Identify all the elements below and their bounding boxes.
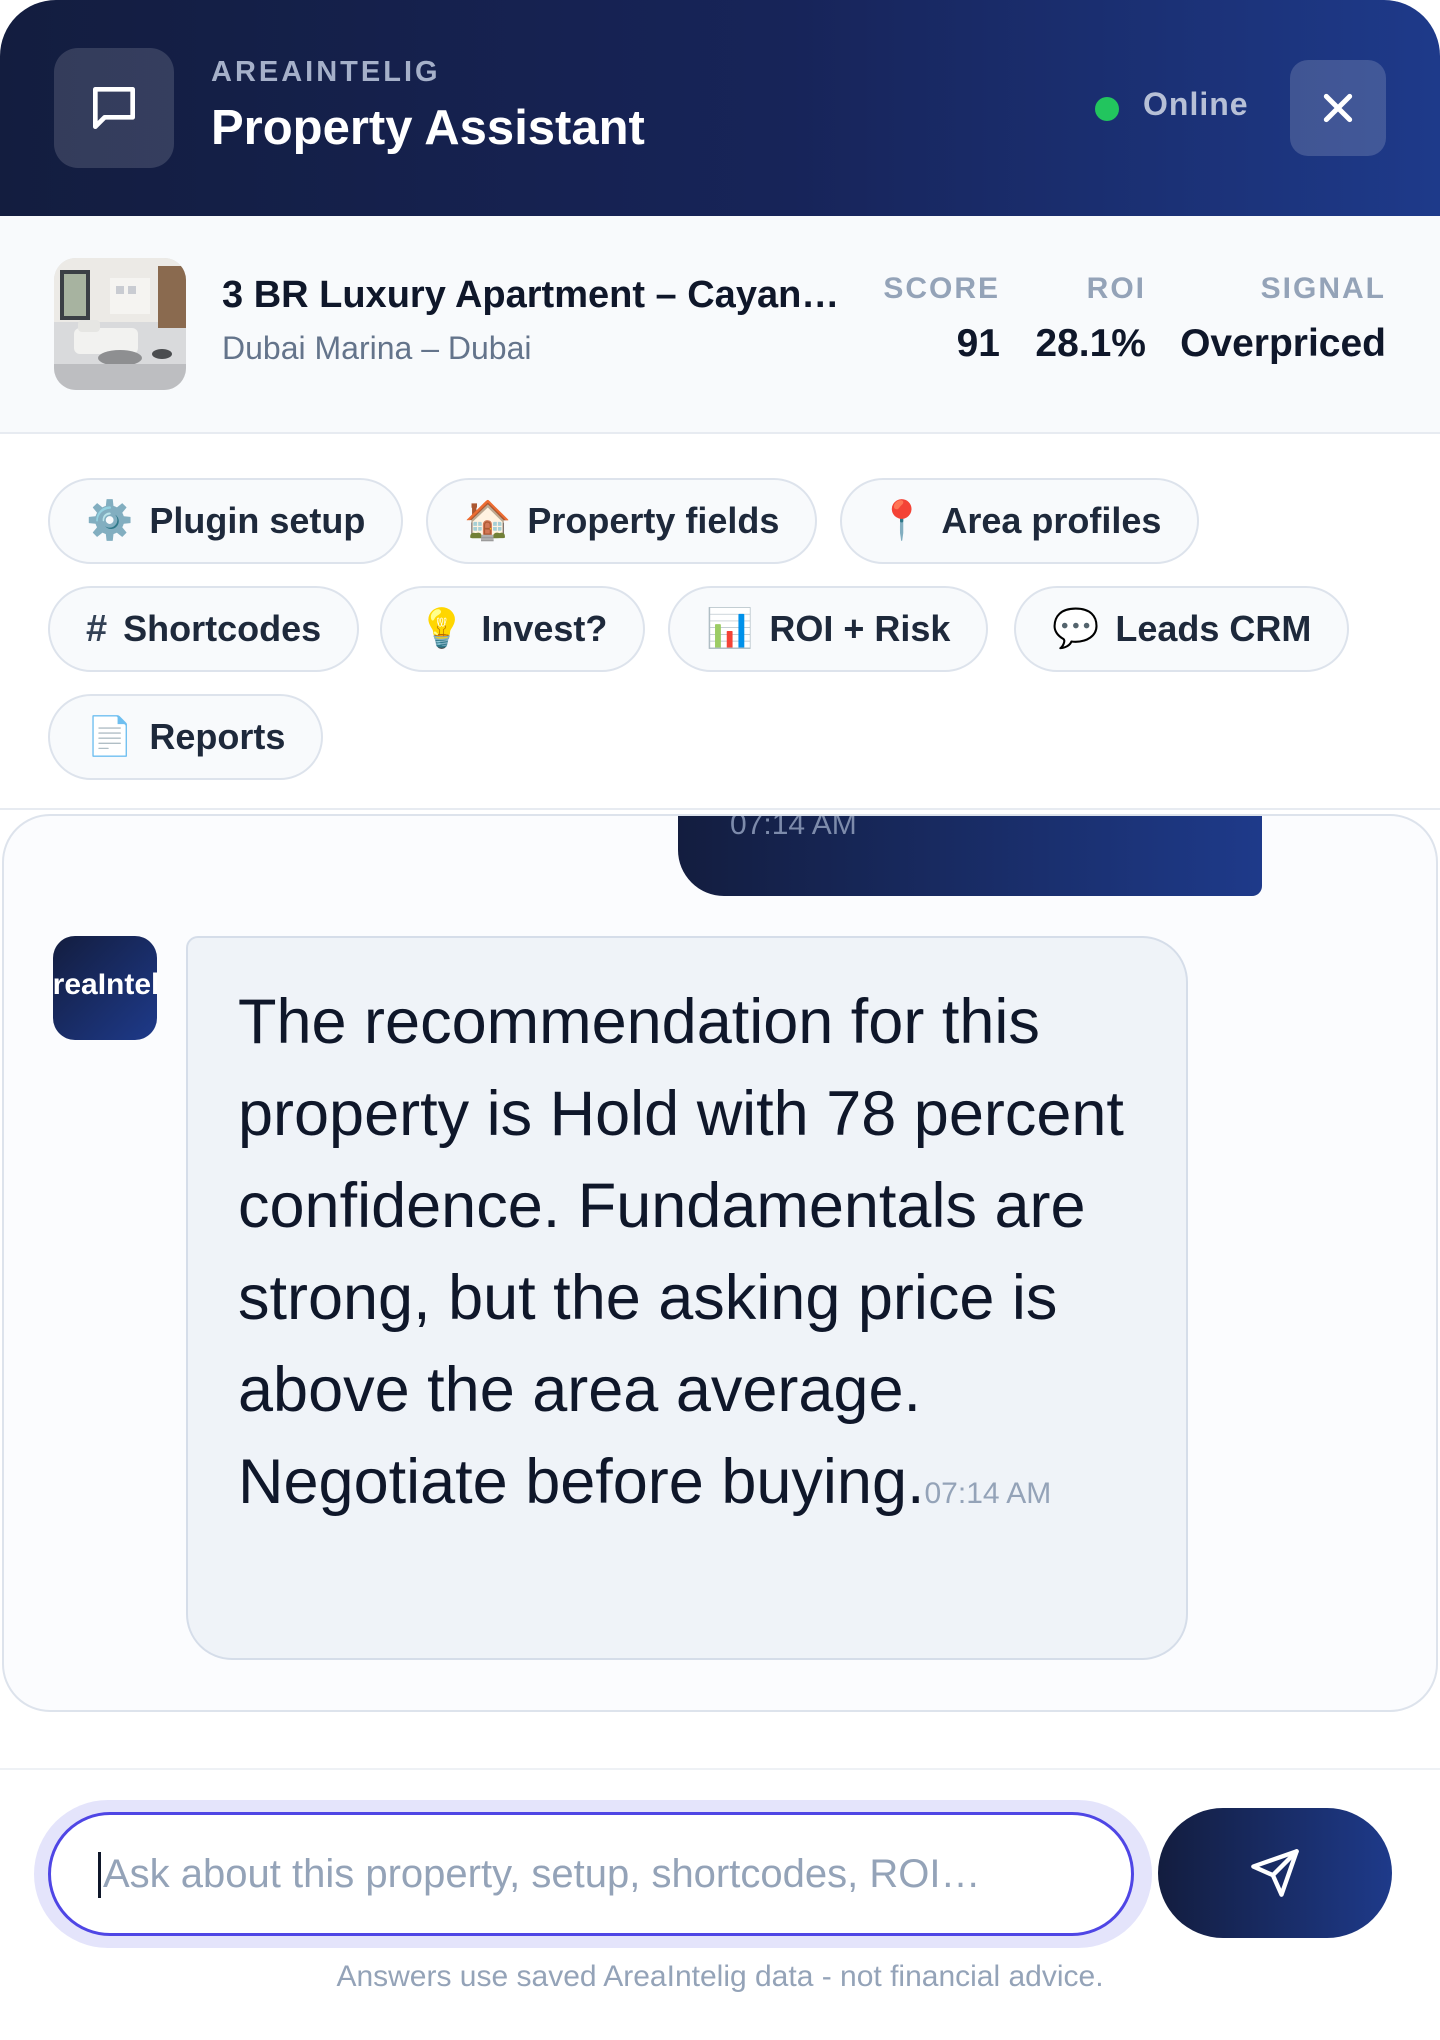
signal-label: SIGNAL	[1260, 272, 1386, 305]
document-icon: 📄	[86, 716, 134, 758]
property-name: 3 BR Luxury Apartment – Cayan…	[222, 274, 840, 316]
text-caret	[98, 1852, 101, 1898]
location-pin-icon: 📍	[878, 500, 926, 542]
chat-transcript[interactable]: 07:14 AM AreaIntel The recommendation fo…	[2, 814, 1438, 1712]
chip-roi-risk[interactable]: 📊 ROI + Risk	[668, 586, 989, 672]
message-time: 07:14 AM	[924, 1477, 1052, 1510]
chip-label: Invest?	[481, 608, 608, 649]
send-icon	[1251, 1849, 1299, 1897]
user-message: 07:14 AM	[678, 814, 1262, 896]
roi-stat: ROI 28.1%	[1035, 272, 1146, 366]
chip-shortcodes[interactable]: # Shortcodes	[48, 586, 360, 672]
quick-topic-chips: ⚙️ Plugin setup 🏠 Property fields 📍 Area…	[0, 434, 1440, 810]
speech-bubble-icon: 💬	[1052, 608, 1100, 650]
gear-icon: ⚙️	[86, 500, 134, 542]
disclaimer-text: Answers use saved AreaIntelig data - not…	[336, 1960, 1104, 1993]
message-composer: Answers use saved AreaIntelig data - not…	[0, 1768, 1440, 2040]
roi-value: 28.1%	[1035, 322, 1146, 365]
chip-leads-crm[interactable]: 💬 Leads CRM	[1014, 586, 1350, 672]
chip-label: Reports	[149, 716, 286, 757]
chip-label: Shortcodes	[123, 608, 322, 649]
chip-label: Leads CRM	[1115, 608, 1312, 649]
chip-invest[interactable]: 💡 Invest?	[380, 586, 646, 672]
chip-label: ROI + Risk	[769, 608, 951, 649]
chat-bubble-icon	[54, 48, 174, 168]
lightbulb-icon: 💡	[418, 608, 466, 650]
assistant-header: AREAINTELIG Property Assistant Online	[0, 0, 1440, 216]
hash-icon: #	[86, 607, 108, 650]
online-status-dot	[1095, 97, 1119, 121]
signal-stat: SIGNAL Overpriced	[1180, 272, 1386, 366]
bot-message: The recommendation for this property is …	[186, 936, 1188, 1660]
message-input[interactable]	[48, 1812, 1134, 1936]
score-value: 91	[956, 322, 1000, 365]
score-label: SCORE	[883, 272, 1000, 305]
send-button[interactable]	[1158, 1808, 1392, 1938]
chip-plugin-setup[interactable]: ⚙️ Plugin setup	[48, 478, 404, 564]
brand-name: AREAINTELIG	[211, 56, 441, 88]
close-button[interactable]	[1290, 60, 1386, 156]
message-time: 07:14 AM	[730, 814, 857, 841]
bar-chart-icon: 📊	[706, 608, 754, 650]
signal-value: Overpriced	[1180, 322, 1386, 365]
property-thumbnail[interactable]	[54, 258, 186, 390]
close-icon	[1323, 93, 1353, 123]
property-summary: 3 BR Luxury Apartment – Cayan… Dubai Mar…	[0, 216, 1440, 434]
chip-area-profiles[interactable]: 📍 Area profiles	[840, 478, 1200, 564]
bot-avatar-label: AreaIntel	[53, 968, 157, 1001]
bot-message-text: The recommendation for this property is …	[238, 987, 1124, 1517]
bot-avatar: AreaIntel	[53, 936, 157, 1040]
assistant-panel: AREAINTELIG Property Assistant Online 3 …	[0, 0, 1440, 2040]
house-icon: 🏠	[464, 500, 512, 542]
roi-label: ROI	[1086, 272, 1146, 305]
chip-reports[interactable]: 📄 Reports	[48, 694, 324, 780]
chip-label: Plugin setup	[149, 500, 366, 541]
online-status-label: Online	[1143, 86, 1249, 122]
chip-label: Area profiles	[941, 500, 1162, 541]
chip-property-fields[interactable]: 🏠 Property fields	[426, 478, 818, 564]
property-location: Dubai Marina – Dubai	[222, 330, 532, 366]
assistant-title: Property Assistant	[211, 101, 645, 155]
chip-label: Property fields	[527, 500, 780, 541]
score-stat: SCORE 91	[883, 272, 1000, 366]
